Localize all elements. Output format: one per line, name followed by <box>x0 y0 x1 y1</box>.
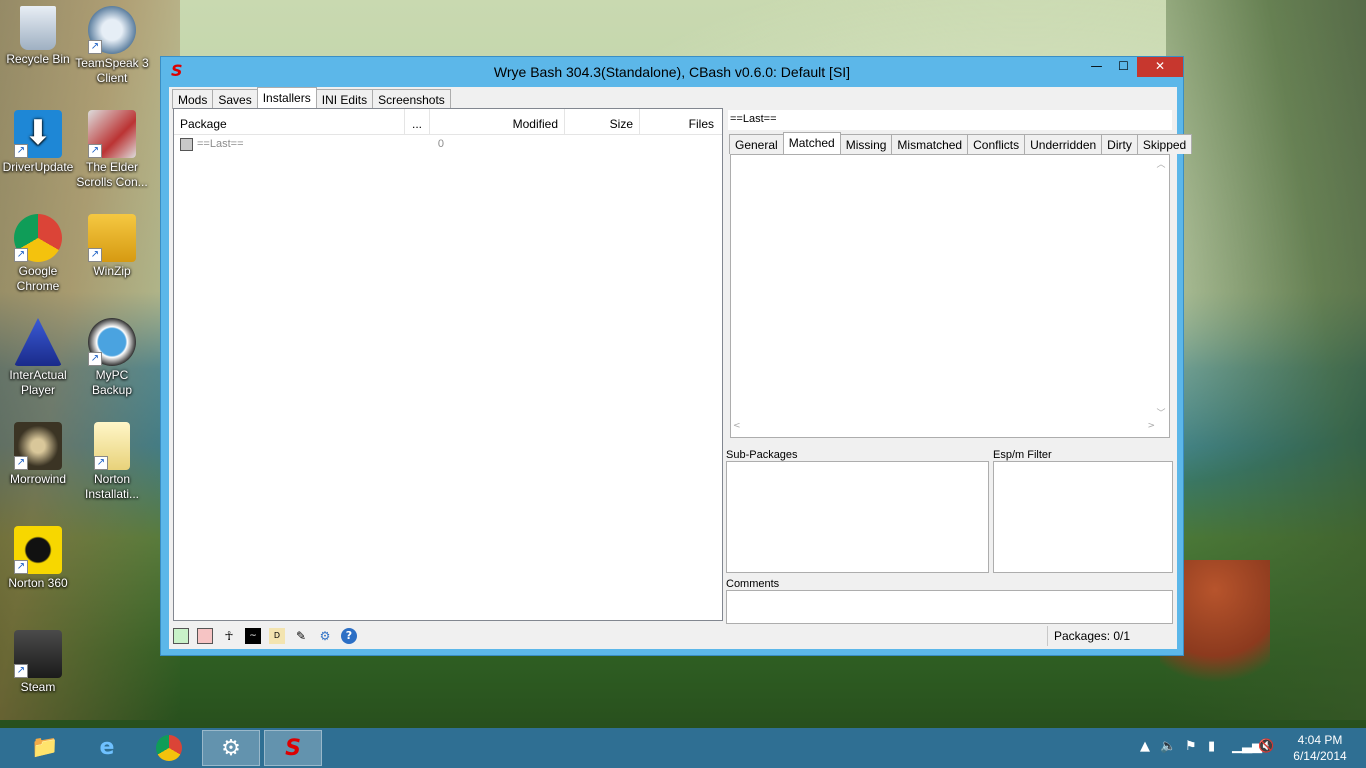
wrye-bash-taskbar-icon[interactable]: S <box>264 730 322 766</box>
green-square-icon[interactable] <box>173 628 189 644</box>
tab-mismatched[interactable]: Mismatched <box>891 134 969 154</box>
show-hidden-icons-icon[interactable]: ▲ <box>1140 739 1150 754</box>
desktop-icon-norton-360[interactable]: ↗ Norton 360 <box>0 526 76 591</box>
desktop-icon-driverupdate[interactable]: ⬇ ↗ DriverUpdate <box>0 110 76 175</box>
chevron-down-icon[interactable]: ﹀ <box>1155 406 1167 419</box>
minimize-button[interactable]: — <box>1083 57 1110 77</box>
tab-screenshots[interactable]: Screenshots <box>372 89 451 109</box>
package-list[interactable]: Package ... Modified Size Files ==Last==… <box>173 108 723 621</box>
horizontal-scrollbar[interactable]: < > <box>733 421 1155 435</box>
desktop-icon-mypc-backup[interactable]: ↗ MyPC Backup <box>74 318 150 398</box>
desktop-icon-teamspeak[interactable]: ↗ TeamSpeak 3 Client <box>74 6 150 86</box>
package-name: ==Last== <box>197 138 244 150</box>
hammer-icon: ↗ <box>88 110 136 158</box>
desktop-icon-chrome[interactable]: ↗ Google Chrome <box>0 214 76 294</box>
desktop-icon-elder-scrolls[interactable]: ↗ The Elder Scrolls Con... <box>74 110 150 190</box>
cloud-icon: ↗ <box>88 318 136 366</box>
sub-packages-label: Sub-Packages <box>726 449 798 461</box>
window-title: Wrye Bash 304.3(Standalone), CBash v0.6.… <box>493 64 851 80</box>
download-arrow-icon: ⬇ ↗ <box>14 110 62 158</box>
chrome-taskbar-icon[interactable] <box>140 730 198 766</box>
column-header-modified[interactable]: Modified <box>430 109 565 134</box>
pink-square-icon[interactable] <box>197 628 213 644</box>
desktop-icon-interactual[interactable]: InterActual Player <box>0 318 76 398</box>
chevron-right-icon[interactable]: > <box>1147 421 1155 431</box>
desktop-icon-recycle-bin[interactable]: Recycle Bin <box>0 6 76 67</box>
tab-ini-edits[interactable]: INI Edits <box>315 89 374 109</box>
vertical-scrollbar[interactable]: ︿ ﹀ <box>1155 157 1167 419</box>
package-order: 0 <box>437 138 444 150</box>
column-header-size[interactable]: Size <box>565 109 640 134</box>
volume-icon[interactable]: 🔈 <box>1160 739 1176 754</box>
desktop-icon-winzip[interactable]: ↗ WinZip <box>74 214 150 279</box>
tab-dirty[interactable]: Dirty <box>1101 134 1138 154</box>
window-client: Mods Saves Installers INI Edits Screensh… <box>169 87 1193 649</box>
column-header-files[interactable]: Files <box>640 109 720 134</box>
selected-package-name: ==Last== <box>728 110 1172 130</box>
title-bar[interactable]: S Wrye Bash 304.3(Standalone), CBash v0.… <box>161 57 1183 85</box>
details-tabs: General Matched Missing Mismatched Confl… <box>729 132 1193 154</box>
sub-packages-list[interactable] <box>726 461 989 573</box>
main-tabs: Mods Saves Installers INI Edits Screensh… <box>172 87 451 109</box>
settings-gear-icon[interactable]: ⚙ <box>317 628 333 644</box>
help-icon[interactable]: ? <box>341 628 357 644</box>
tab-saves[interactable]: Saves <box>212 89 258 109</box>
recycle-bin-icon <box>20 6 56 50</box>
packages-status: Packages: 0/1 <box>1047 626 1175 646</box>
tab-underridden[interactable]: Underridden <box>1024 134 1103 154</box>
tab-installers[interactable]: Installers <box>256 87 317 109</box>
internet-explorer-icon[interactable]: e <box>78 730 136 766</box>
details-panel: ==Last== General Matched Missing Mismatc… <box>726 108 1193 624</box>
esp-filter-label: Esp/m Filter <box>993 449 1052 461</box>
teamspeak-icon: ↗ <box>88 6 136 54</box>
tab-matched[interactable]: Matched <box>782 132 841 154</box>
bottom-toolbar: ☥ ~ D ✎ ⚙ ? <box>173 626 357 646</box>
flag-icon[interactable]: ⚑ <box>1185 739 1197 754</box>
doc-browser-icon[interactable]: D <box>269 628 285 644</box>
column-header-order[interactable]: ... <box>405 109 430 134</box>
table-row[interactable]: ==Last== 0 <box>174 135 722 153</box>
tab-mods[interactable]: Mods <box>172 89 214 109</box>
package-status-checkbox[interactable] <box>180 137 193 151</box>
matched-files-text[interactable]: ︿ ﹀ < > <box>730 154 1170 438</box>
steam-icon: ↗ <box>14 630 62 678</box>
mod-checker-icon[interactable]: ✎ <box>293 628 309 644</box>
clock-time: 4:04 PM <box>1297 733 1343 747</box>
comments-field[interactable] <box>726 590 1173 624</box>
clock-date: 6/14/2014 <box>1293 749 1347 763</box>
obse-launcher-icon[interactable]: ~ <box>245 628 261 644</box>
tab-missing[interactable]: Missing <box>839 134 893 154</box>
oblivion-launcher-icon[interactable]: ☥ <box>221 628 237 644</box>
folder-icon: ↗ <box>94 422 130 470</box>
wrye-bash-window: S Wrye Bash 304.3(Standalone), CBash v0.… <box>160 56 1193 656</box>
esp-filter-list[interactable] <box>993 461 1173 573</box>
power-icon[interactable]: ▮ <box>1208 739 1215 754</box>
desktop-icon-norton-install[interactable]: ↗ Norton Installati... <box>74 422 150 502</box>
chrome-icon: ↗ <box>14 214 62 262</box>
tab-skipped[interactable]: Skipped <box>1136 134 1193 154</box>
close-button[interactable]: ✕ <box>1137 57 1183 77</box>
muted-speaker-icon[interactable]: 🔇 <box>1258 739 1274 754</box>
maximize-button[interactable]: ☐ <box>1110 57 1137 77</box>
chevron-up-icon[interactable]: ︿ <box>1155 157 1167 170</box>
tab-general[interactable]: General <box>729 134 784 154</box>
interactual-icon <box>14 318 62 366</box>
norton-icon: ↗ <box>14 526 62 574</box>
comments-label: Comments <box>726 578 780 590</box>
desktop-icon-morrowind[interactable]: ↗ Morrowind <box>0 422 76 487</box>
winzip-icon: ↗ <box>88 214 136 262</box>
file-explorer-icon[interactable]: 📁 <box>16 730 74 766</box>
column-headers: Package ... Modified Size Files <box>174 109 722 135</box>
column-header-package[interactable]: Package <box>174 109 405 134</box>
steam-taskbar-icon[interactable]: ⚙ <box>202 730 260 766</box>
tab-conflicts[interactable]: Conflicts <box>967 134 1026 154</box>
chevron-left-icon[interactable]: < <box>733 421 741 431</box>
desktop-icon-steam[interactable]: ↗ Steam <box>0 630 76 695</box>
taskbar-clock[interactable]: 4:04 PM 6/14/2014 <box>1282 732 1358 764</box>
taskbar: 📁 e ⚙ S ▲ 🔈 ⚑ ▮ ▁▃▅ 🔇 4:04 PM 6/14/2014 <box>0 728 1366 768</box>
morrowind-icon: ↗ <box>14 422 62 470</box>
